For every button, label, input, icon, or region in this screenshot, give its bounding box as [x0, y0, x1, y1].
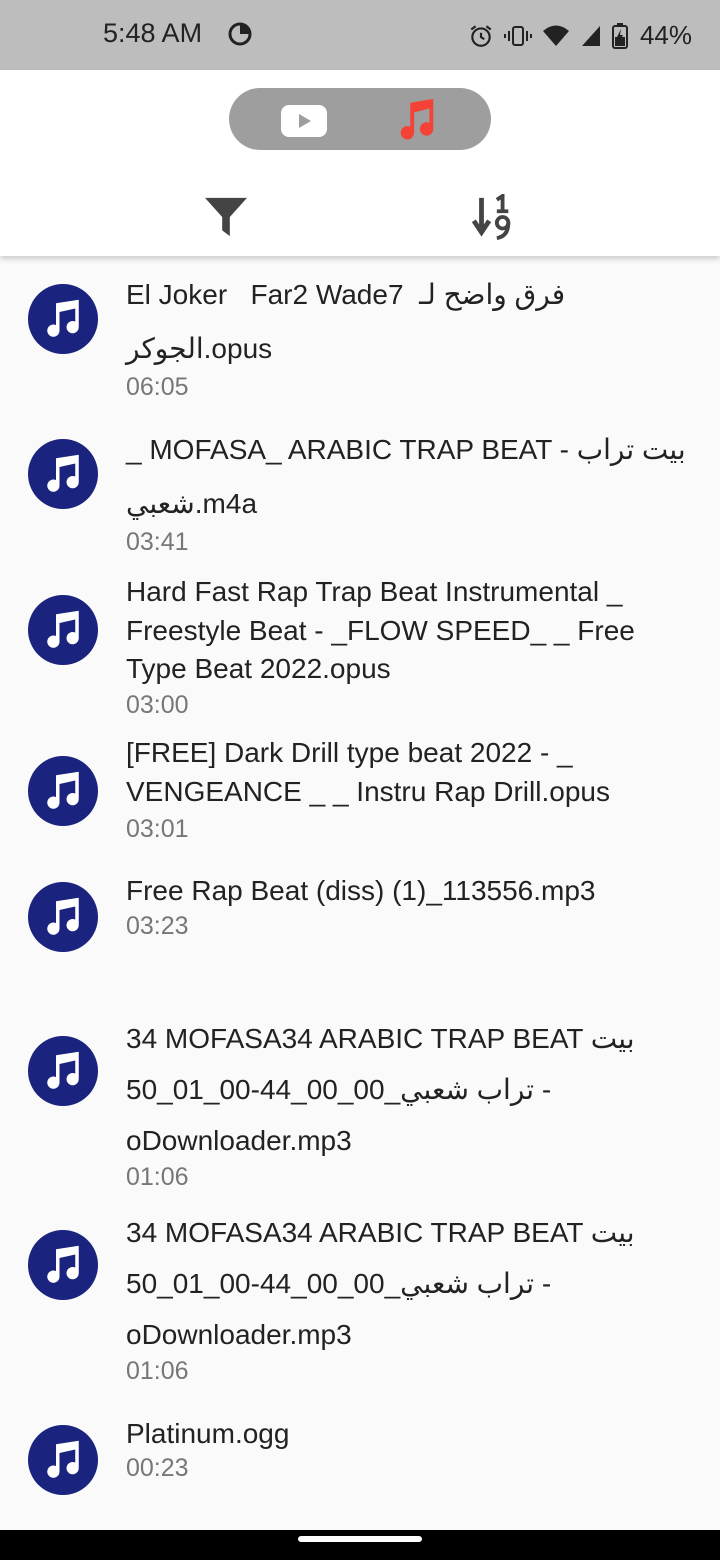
wifi-icon: [542, 25, 569, 46]
battery-percent: 44%: [639, 20, 692, 50]
music-note-icon: [28, 756, 98, 826]
status-time: 5:48 AM: [103, 18, 203, 48]
track-duration: 01:06: [126, 1357, 189, 1385]
sort-numeric-icon[interactable]: [470, 194, 516, 240]
youtube-icon[interactable]: [281, 105, 327, 137]
music-note-icon: [28, 284, 98, 354]
track-title: _ MOFASA_ ARABIC TRAP BEAT - بيت تراب شع…: [126, 434, 694, 519]
track-duration: 03:41: [126, 528, 189, 556]
source-toggle[interactable]: [229, 88, 491, 150]
track-title: [FREE] Dark Drill type beat 2022 - _ VEN…: [126, 737, 610, 807]
track-title: 34 MOFASA34 ARABIC TRAP BEAT بيت تراب شع…: [126, 1217, 643, 1350]
battery-icon: [611, 22, 628, 49]
track-title: Free Rap Beat (diss) (1)_113556.mp3: [126, 875, 596, 906]
header: [0, 70, 720, 256]
track-title: 34 MOFASA34 ARABIC TRAP BEAT بيت تراب شع…: [126, 1023, 643, 1156]
track-title: Platinum.ogg: [126, 1418, 290, 1449]
music-note-icon: [28, 1230, 98, 1300]
track-duration: 03:01: [126, 815, 189, 843]
alarm-icon: [470, 24, 492, 47]
data-saver-icon: [228, 22, 252, 46]
music-note-icon: [28, 439, 98, 509]
music-note-icon: [28, 1425, 98, 1495]
track-duration: 03:00: [126, 691, 189, 719]
status-bar: 5:48 AM 44%: [0, 0, 720, 70]
signal-icon: [581, 25, 600, 46]
navigation-bar: [0, 1530, 720, 1560]
music-note-icon: [28, 1036, 98, 1106]
music-note-icon: [28, 882, 98, 952]
home-gesture-handle[interactable]: [298, 1536, 422, 1542]
status-icons: 44%: [468, 20, 692, 51]
track-title: Hard Fast Rap Trap Beat Instrumental _ F…: [126, 576, 643, 684]
music-note-icon[interactable]: [393, 97, 439, 143]
vibrate-icon: [503, 25, 532, 46]
track-duration: 00:23: [126, 1454, 189, 1482]
track-duration: 01:06: [126, 1163, 189, 1191]
track-title: El Joker Far2 Wade7 فرق واضح لـ الجوكر.o…: [126, 279, 573, 364]
filter-icon[interactable]: [203, 196, 249, 238]
music-note-icon: [28, 595, 98, 665]
track-duration: 06:05: [126, 373, 189, 401]
track-duration: 03:23: [126, 912, 189, 940]
